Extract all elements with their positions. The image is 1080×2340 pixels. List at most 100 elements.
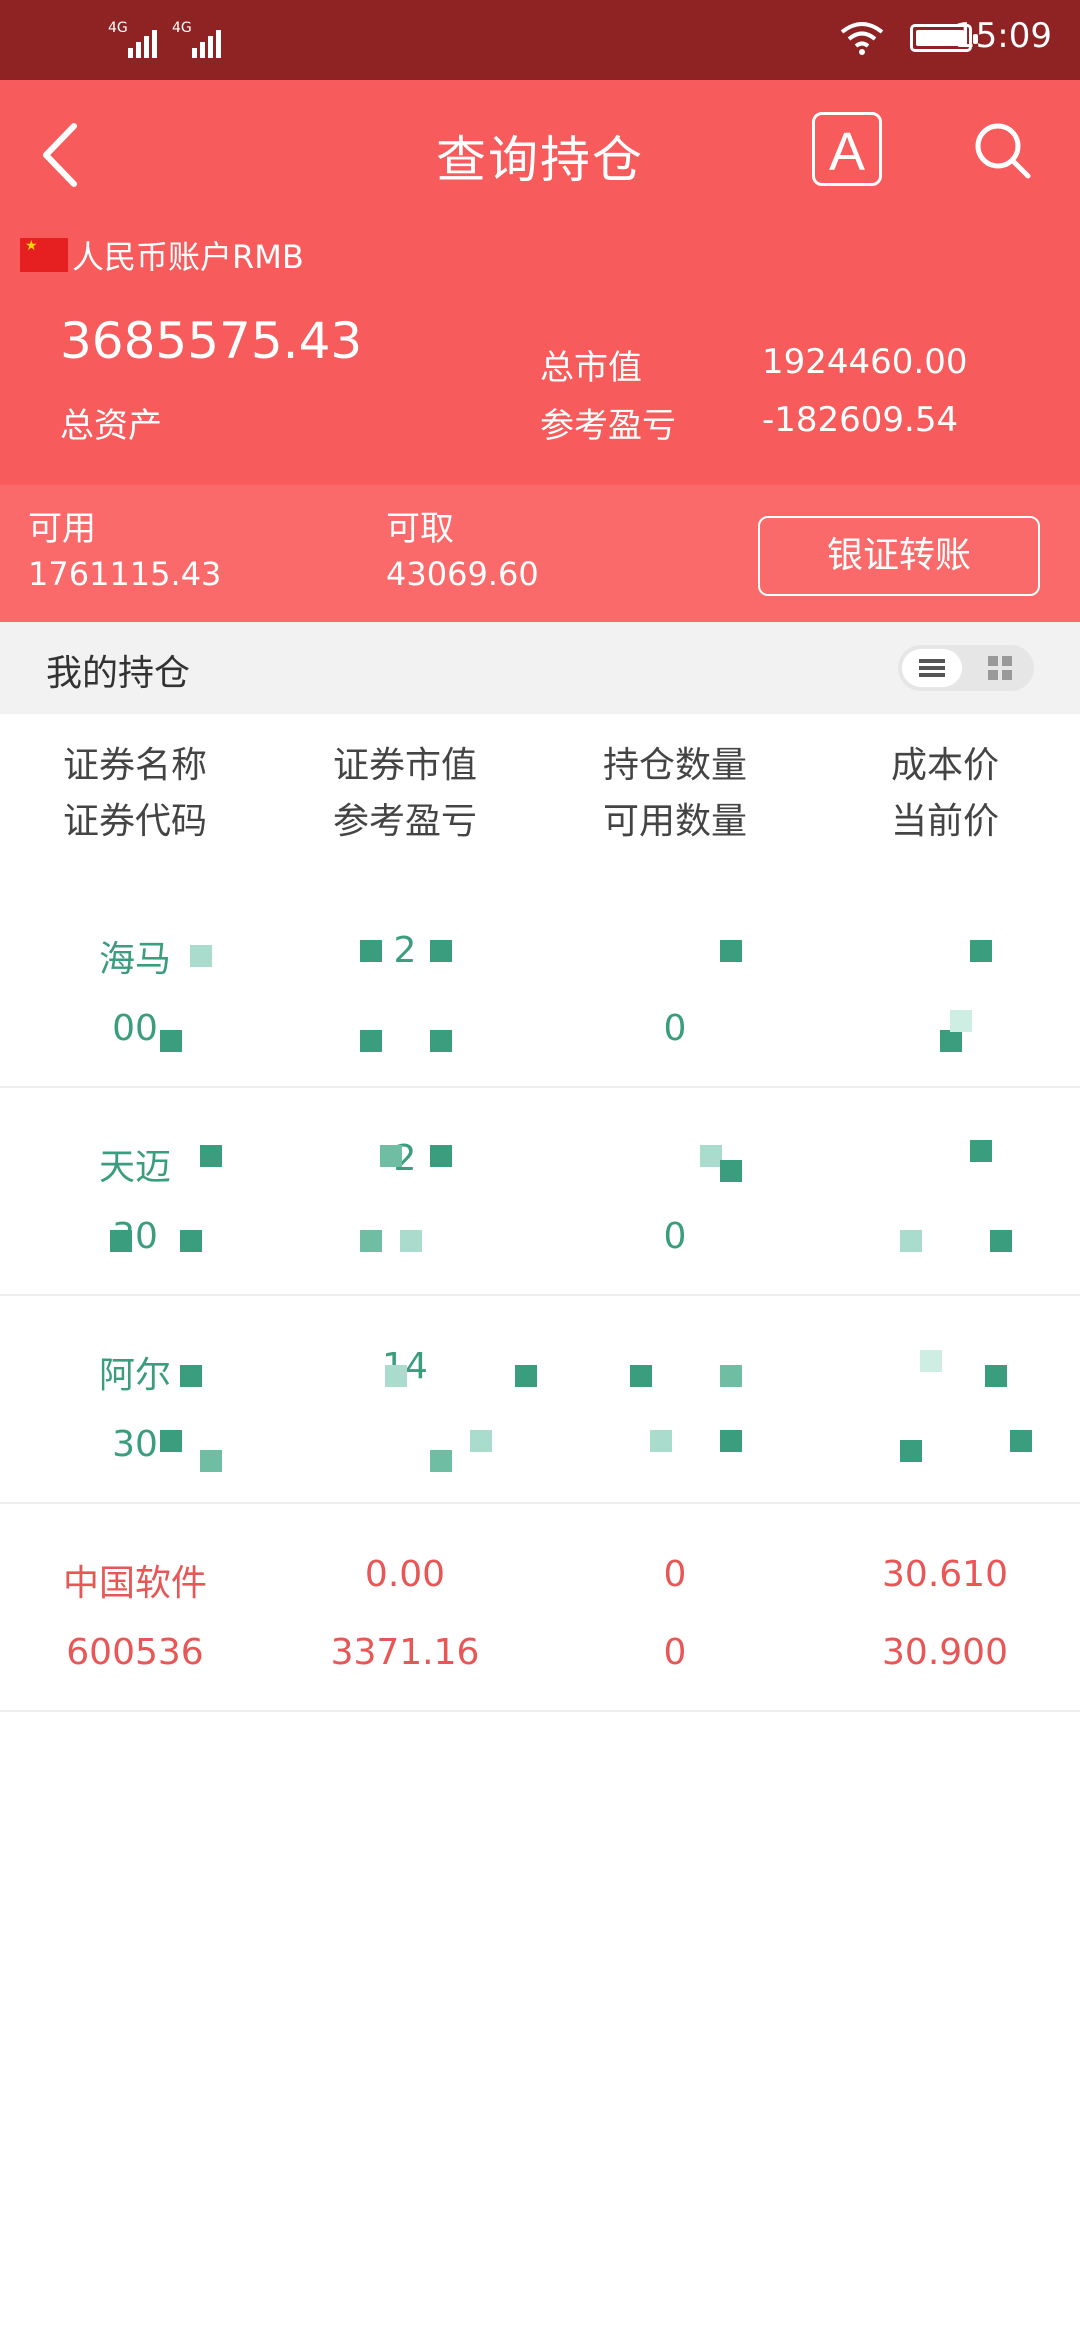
mosaic-block bbox=[430, 1145, 452, 1167]
holding-quantity: 0 bbox=[663, 1554, 687, 1595]
status-time: 15:09 bbox=[954, 16, 1052, 56]
network-type-label: 4G bbox=[108, 20, 128, 36]
account-selector[interactable]: 人民币账户RMB bbox=[20, 235, 304, 276]
mosaic-block bbox=[160, 1430, 182, 1452]
mosaic-block bbox=[985, 1365, 1007, 1387]
column-title: 证券市值 bbox=[332, 745, 477, 786]
mosaic-block bbox=[380, 1145, 402, 1167]
bank-transfer-button[interactable]: 银证转账 bbox=[758, 516, 1040, 596]
mosaic-block bbox=[430, 940, 452, 962]
account-header: 查询持仓 A 人民币账户RMB 3685575.43 总资产 总市值 19244… bbox=[0, 80, 1080, 485]
available-value: 1761115.43 bbox=[28, 555, 222, 593]
available-label: 可用 bbox=[28, 509, 96, 549]
security-name: 天迈 bbox=[98, 1147, 171, 1188]
mosaic-block bbox=[360, 940, 382, 962]
mosaic-block bbox=[180, 1365, 202, 1387]
column-subtitle: 可用数量 bbox=[602, 801, 747, 842]
cost-price: 30.610 bbox=[882, 1554, 1008, 1595]
holding-row[interactable]: 阿尔 30 14 bbox=[0, 1296, 1080, 1504]
mosaic-block bbox=[720, 1430, 742, 1452]
mosaic-block bbox=[970, 940, 992, 962]
wifi-icon bbox=[840, 22, 884, 55]
section-title: 我的持仓 bbox=[46, 653, 191, 694]
mosaic-block bbox=[360, 1030, 382, 1052]
current-price: 30.900 bbox=[882, 1632, 1008, 1673]
available-quantity: 0 bbox=[663, 1216, 687, 1257]
mosaic-block bbox=[470, 1430, 492, 1452]
security-code: 00 bbox=[112, 1008, 158, 1049]
mosaic-block bbox=[950, 1010, 972, 1032]
withdrawable-label: 可取 bbox=[386, 509, 454, 549]
security-name: 阿尔 bbox=[98, 1355, 171, 1396]
available-quantity: 0 bbox=[663, 1008, 687, 1049]
holding-row[interactable]: 海马 00 2 0 bbox=[0, 880, 1080, 1088]
network-type-label: 4G bbox=[172, 20, 192, 36]
grid-view-button[interactable] bbox=[970, 649, 1030, 687]
mosaic-block bbox=[200, 1450, 222, 1472]
status-bar: 4G 4G 15:09 bbox=[0, 0, 1080, 80]
mosaic-block bbox=[515, 1365, 537, 1387]
market-value: 2 bbox=[393, 1138, 417, 1179]
mosaic-block bbox=[430, 1450, 452, 1472]
mosaic-block bbox=[180, 1230, 202, 1252]
withdrawable-value: 43069.60 bbox=[386, 555, 539, 593]
column-title: 证券名称 bbox=[62, 745, 207, 786]
column-title: 持仓数量 bbox=[602, 745, 747, 786]
column-header-quantity[interactable]: 持仓数量 可用数量 bbox=[540, 738, 810, 850]
mosaic-block bbox=[650, 1430, 672, 1452]
mosaic-block bbox=[360, 1230, 382, 1252]
mosaic-block bbox=[720, 1160, 742, 1182]
security-code: 30 bbox=[112, 1424, 158, 1465]
column-subtitle: 参考盈亏 bbox=[332, 801, 477, 842]
mosaic-block bbox=[190, 945, 212, 967]
view-toggle[interactable] bbox=[898, 645, 1034, 691]
column-title: 成本价 bbox=[890, 745, 999, 786]
mosaic-block bbox=[160, 1030, 182, 1052]
grid-icon bbox=[988, 656, 1012, 680]
column-header-value[interactable]: 证券市值 参考盈亏 bbox=[270, 738, 540, 850]
mosaic-block bbox=[990, 1230, 1012, 1252]
market-value: 2 bbox=[393, 930, 417, 971]
market-value: 0.00 bbox=[364, 1554, 446, 1595]
security-name: 中国软件 bbox=[62, 1563, 207, 1604]
mosaic-block bbox=[385, 1365, 407, 1387]
mosaic-block bbox=[1010, 1430, 1032, 1452]
mosaic-block bbox=[900, 1230, 922, 1252]
column-subtitle: 当前价 bbox=[890, 801, 999, 842]
mosaic-block bbox=[970, 1140, 992, 1162]
list-icon bbox=[919, 659, 945, 677]
page-title: 查询持仓 bbox=[436, 131, 644, 189]
mosaic-block bbox=[110, 1230, 132, 1252]
mosaic-block bbox=[400, 1230, 422, 1252]
column-subtitle: 证券代码 bbox=[62, 801, 207, 842]
china-flag-icon bbox=[20, 238, 68, 272]
signal-icon: 4G bbox=[108, 18, 168, 58]
column-header-name[interactable]: 证券名称 证券代码 bbox=[0, 738, 270, 850]
mosaic-block bbox=[430, 1030, 452, 1052]
pnl-value: -182609.54 bbox=[762, 400, 959, 440]
holdings-section-bar: 我的持仓 bbox=[0, 622, 1080, 714]
font-size-button[interactable]: A bbox=[812, 112, 882, 186]
mosaic-block bbox=[720, 940, 742, 962]
available-quantity: 0 bbox=[663, 1632, 687, 1673]
account-label: 人民币账户RMB bbox=[72, 238, 304, 276]
market-value: 1924460.00 bbox=[762, 342, 968, 382]
security-code: 30 bbox=[112, 1216, 158, 1257]
reference-pnl: 3371.16 bbox=[330, 1632, 480, 1673]
list-view-button[interactable] bbox=[902, 649, 962, 687]
mosaic-block bbox=[200, 1145, 222, 1167]
funds-band: 可用 1761115.43 可取 43069.60 银证转账 bbox=[0, 485, 1080, 622]
mosaic-block bbox=[630, 1365, 652, 1387]
mosaic-block bbox=[920, 1350, 942, 1372]
column-header-price[interactable]: 成本价 当前价 bbox=[810, 738, 1080, 850]
signal-icon: 4G bbox=[172, 18, 232, 58]
mosaic-block bbox=[720, 1365, 742, 1387]
market-value-label: 总市值 bbox=[540, 348, 642, 388]
holding-row[interactable]: 中国软件 600536 0.00 3371.16 0 0 30.610 30.9… bbox=[0, 1504, 1080, 1712]
holding-row[interactable]: 天迈 30 2 0 bbox=[0, 1088, 1080, 1296]
pnl-label: 参考盈亏 bbox=[540, 406, 676, 446]
search-icon[interactable] bbox=[970, 118, 1034, 182]
mosaic-block bbox=[700, 1145, 722, 1167]
total-assets-label: 总资产 bbox=[60, 406, 162, 446]
security-code: 600536 bbox=[66, 1632, 204, 1673]
